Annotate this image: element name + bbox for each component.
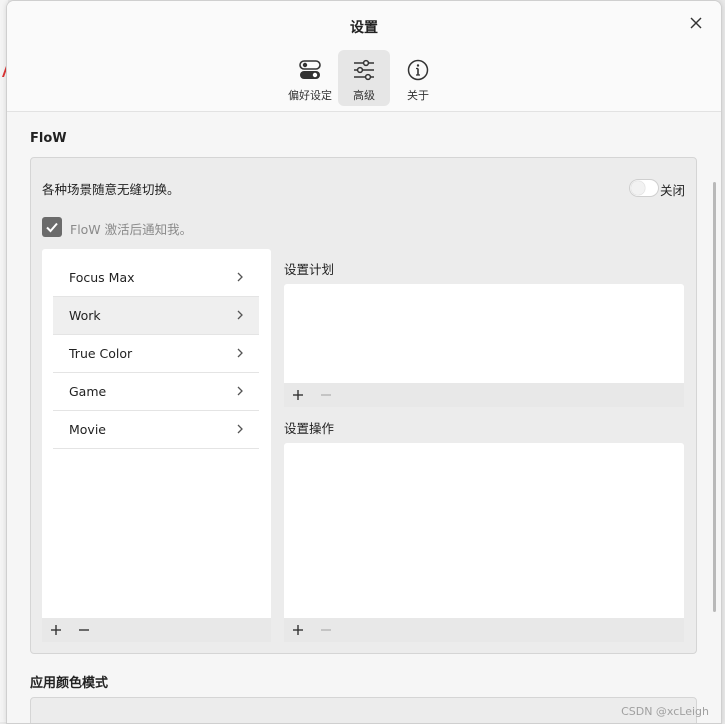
- chevron-right-icon: [237, 272, 243, 282]
- tab-about[interactable]: 关于: [392, 50, 444, 106]
- plus-icon: [293, 625, 303, 635]
- scene-item-label: Game: [69, 384, 107, 399]
- tab-preferences-label: 偏好设定: [288, 89, 332, 102]
- info-icon: [407, 59, 429, 81]
- scene-item-label: Movie: [69, 422, 106, 437]
- scene-item-game[interactable]: Game: [53, 373, 259, 411]
- scene-item-true-color[interactable]: True Color: [53, 335, 259, 373]
- minus-icon: [79, 629, 89, 631]
- scene-item-label: Work: [69, 308, 101, 323]
- plus-icon: [293, 390, 303, 400]
- add-plan-button[interactable]: [290, 387, 306, 403]
- scrollbar[interactable]: [713, 182, 716, 612]
- actions-box: [284, 443, 684, 642]
- plan-box: [284, 284, 684, 407]
- close-button[interactable]: [685, 12, 707, 34]
- add-scene-button[interactable]: [48, 622, 64, 638]
- minus-icon: [321, 394, 331, 396]
- flow-description: 各种场景随意无缝切换。: [42, 182, 180, 197]
- scene-item-work[interactable]: Work: [53, 297, 259, 335]
- plan-toolbar: [284, 383, 684, 407]
- notify-checkbox[interactable]: [42, 217, 62, 237]
- plus-icon: [51, 625, 61, 635]
- tab-advanced[interactable]: 高级: [338, 50, 390, 106]
- header-bar: 设置 偏好设定 高级 关于: [7, 1, 721, 112]
- scene-list: Focus Max Work True Color Game Movie: [42, 249, 271, 642]
- checkmark-icon: [46, 222, 58, 233]
- scene-list-toolbar: [42, 618, 271, 642]
- flow-card: 各种场景随意无缝切换。 关闭 FloW 激活后通知我。 Focus Max Wo…: [30, 157, 697, 654]
- remove-scene-button[interactable]: [76, 622, 92, 638]
- color-mode-card: [30, 697, 697, 723]
- scene-item-label: Focus Max: [69, 270, 135, 285]
- flow-toggle-label: 关闭: [660, 183, 686, 198]
- remove-action-button[interactable]: [318, 622, 334, 638]
- actions-label: 设置操作: [284, 421, 335, 436]
- notify-label: FloW 激活后通知我。: [70, 222, 193, 237]
- watermark: CSDN @xcLeigh: [621, 705, 709, 718]
- plan-label: 设置计划: [284, 262, 335, 277]
- toggle-knob: [631, 181, 645, 195]
- add-action-button[interactable]: [290, 622, 306, 638]
- sliders-icon: [354, 59, 374, 81]
- flow-toggle[interactable]: [629, 179, 659, 197]
- settings-window: 设置 偏好设定 高级 关于 FloW 各种场景随意无缝切换。 关闭 FloW 激…: [6, 0, 722, 724]
- chevron-right-icon: [237, 310, 243, 320]
- close-icon: [690, 17, 702, 29]
- scene-item-movie[interactable]: Movie: [53, 411, 259, 449]
- tab-preferences[interactable]: 偏好设定: [284, 50, 336, 106]
- scene-item-focus-max[interactable]: Focus Max: [53, 259, 259, 297]
- chevron-right-icon: [237, 424, 243, 434]
- tab-about-label: 关于: [407, 89, 429, 102]
- chevron-right-icon: [237, 348, 243, 358]
- window-title: 设置: [350, 20, 378, 36]
- actions-toolbar: [284, 618, 684, 642]
- tab-advanced-label: 高级: [353, 89, 375, 102]
- minus-icon: [321, 629, 331, 631]
- toggle-settings-icon: [299, 60, 321, 79]
- tab-bar: 偏好设定 高级 关于: [284, 50, 446, 106]
- settings-content: FloW 各种场景随意无缝切换。 关闭 FloW 激活后通知我。 Focus M…: [7, 112, 721, 723]
- color-mode-section-title: 应用颜色模式: [30, 676, 109, 691]
- flow-section-title: FloW: [30, 131, 67, 146]
- chevron-right-icon: [237, 386, 243, 396]
- remove-plan-button[interactable]: [318, 387, 334, 403]
- scene-item-label: True Color: [69, 346, 133, 361]
